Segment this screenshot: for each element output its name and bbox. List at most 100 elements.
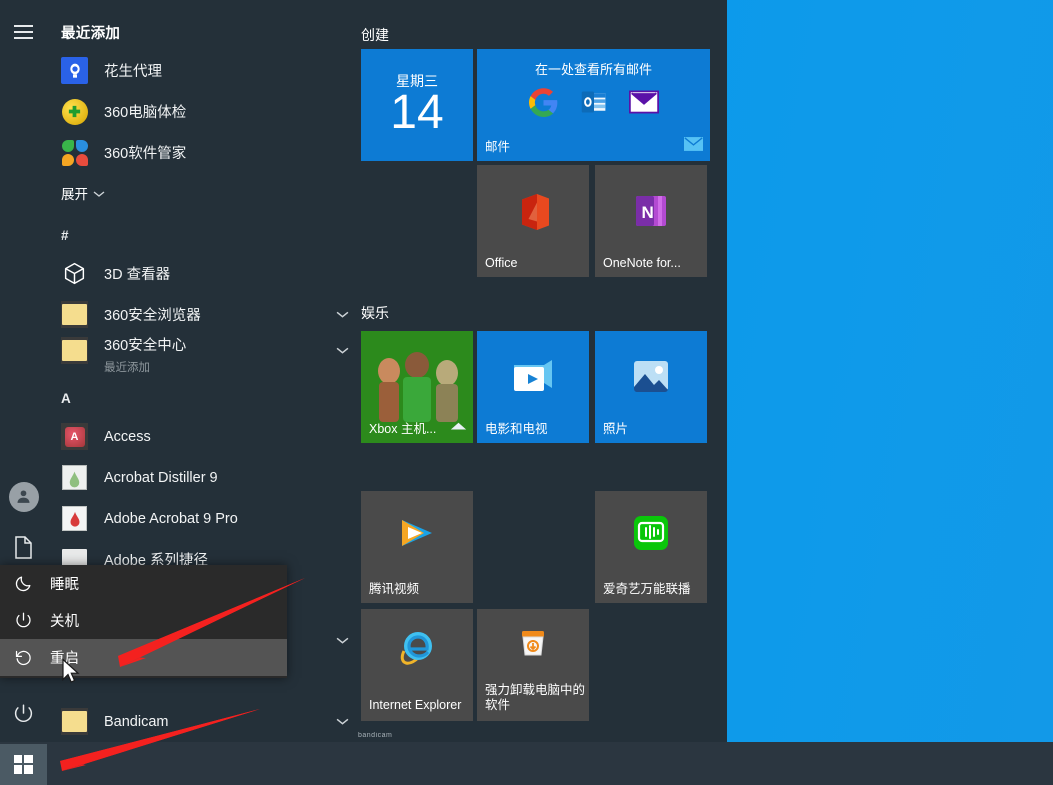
tile-area: 创建 星期三 14 在一处查看所有邮件 邮件 Office N OneNote … xyxy=(345,0,727,742)
list-item[interactable]: 花生代理 xyxy=(47,50,367,91)
windows-logo-icon xyxy=(14,755,33,774)
mail-headline: 在一处查看所有邮件 xyxy=(534,62,652,77)
list-item[interactable]: 360安全中心 xyxy=(47,330,367,371)
folder-icon xyxy=(61,337,88,364)
list-item[interactable]: Bandicam xyxy=(47,701,367,742)
moon-icon xyxy=(0,574,47,593)
tile-internet-explorer[interactable]: Internet Explorer xyxy=(361,609,473,721)
tile-group-title: 娱乐 xyxy=(361,305,389,321)
tile-label: OneNote for... xyxy=(603,256,681,270)
hamburger-menu-icon xyxy=(14,24,33,39)
list-item-label: Access xyxy=(104,428,151,445)
list-item-label: 360安全中心 xyxy=(104,337,187,354)
hamburger-menu-button[interactable] xyxy=(0,8,47,55)
user-account-button[interactable] xyxy=(0,473,47,520)
tile-label: Xbox 主机... xyxy=(369,422,437,436)
list-item-label: 360安全浏览器 xyxy=(104,308,201,324)
list-item[interactable]: Acrobat Distiller 9 xyxy=(47,457,367,498)
tile-photos[interactable]: 照片 xyxy=(595,331,707,443)
list-item-label: 3D 查看器 xyxy=(104,267,171,283)
list-item-label: 花生代理 xyxy=(104,64,162,80)
list-item[interactable]: 3D 查看器 xyxy=(47,253,367,294)
svg-text:N: N xyxy=(642,203,654,222)
tile-onenote[interactable]: N OneNote for... xyxy=(595,165,707,277)
tile-xbox[interactable]: Xbox 主机... xyxy=(361,331,473,443)
taskbar[interactable] xyxy=(0,742,1053,785)
start-button[interactable] xyxy=(0,744,47,785)
tile-uninstaller[interactable]: 强力卸载电脑中的软件 xyxy=(477,609,589,721)
power-menu-item-shutdown[interactable]: 关机 xyxy=(0,602,287,639)
list-item[interactable]: 360安全浏览器 xyxy=(47,294,367,335)
acrobat-distiller-icon xyxy=(61,464,88,491)
start-menu: 最近添加 花生代理 360电脑体检 360软件管家 展开 # 3D 查看器 36… xyxy=(0,0,727,742)
power-icon xyxy=(13,703,34,729)
screen: 最近添加 花生代理 360电脑体检 360软件管家 展开 # 3D 查看器 36… xyxy=(0,0,1053,785)
tile-label: 腾讯视频 xyxy=(369,582,420,596)
tile-office[interactable]: Office xyxy=(477,165,589,277)
power-button[interactable] xyxy=(0,692,47,739)
xbox-badge-icon xyxy=(450,421,467,436)
tencent-video-icon xyxy=(398,516,436,553)
uninstaller-icon xyxy=(517,627,549,662)
list-item[interactable]: 360软件管家 xyxy=(47,132,367,173)
mail-envelope-icon xyxy=(627,85,661,119)
tile-group-title: 创建 xyxy=(361,27,389,43)
list-item-label: 360电脑体检 xyxy=(104,105,187,121)
list-item[interactable]: 360电脑体检 xyxy=(47,91,367,132)
office-icon xyxy=(516,193,550,234)
adobe-acrobat-icon xyxy=(61,505,88,532)
list-item[interactable]: Adobe Acrobat 9 Pro xyxy=(47,498,367,539)
watermark: bandicam xyxy=(358,732,393,739)
power-icon xyxy=(0,611,47,630)
alpha-header: A xyxy=(61,391,71,406)
list-item-sublabel: 最近添加 xyxy=(104,362,150,374)
restart-icon xyxy=(0,648,47,667)
internet-explorer-icon xyxy=(398,629,436,668)
expand-recently-added-button[interactable]: 展开 xyxy=(61,183,105,203)
document-icon xyxy=(14,535,33,564)
xbox-avatars-image xyxy=(367,349,467,430)
folder-icon xyxy=(61,708,88,735)
power-context-menu: 睡眠 关机 重启 xyxy=(0,565,287,678)
list-item-label: Acrobat Distiller 9 xyxy=(104,469,218,486)
power-menu-item-restart[interactable]: 重启 xyxy=(0,639,287,676)
tile-label: 照片 xyxy=(603,422,629,436)
mail-service-icons xyxy=(477,85,710,119)
power-menu-label: 睡眠 xyxy=(50,577,79,593)
tile-movies-tv[interactable]: 电影和电视 xyxy=(477,331,589,443)
tile-label: 邮件 xyxy=(485,140,511,154)
chevron-down-icon xyxy=(93,186,105,201)
tile-mail[interactable]: 在一处查看所有邮件 邮件 xyxy=(477,49,710,161)
tile-label: 强力卸载电脑中的软件 xyxy=(485,683,586,712)
calendar-day-number: 14 xyxy=(390,86,444,139)
access-icon: A xyxy=(61,423,88,450)
huasheng-proxy-icon xyxy=(61,57,88,84)
tile-label: 爱奇艺万能联播 xyxy=(603,582,691,596)
mail-badge-icon xyxy=(684,137,703,154)
tile-calendar[interactable]: 星期三 14 xyxy=(361,49,473,161)
tile-label: Internet Explorer xyxy=(369,698,462,712)
3d-viewer-icon xyxy=(61,260,88,287)
alpha-header: # xyxy=(61,228,69,243)
tile-label: 电影和电视 xyxy=(485,422,548,436)
onenote-icon: N xyxy=(633,193,669,232)
list-item[interactable]: A Access xyxy=(47,416,367,457)
power-menu-label: 关机 xyxy=(50,614,79,630)
mouse-pointer-cursor xyxy=(62,658,80,683)
google-icon xyxy=(527,85,561,119)
tile-label: Office xyxy=(485,256,518,270)
list-item-label: Bandicam xyxy=(104,713,169,730)
outlook-icon xyxy=(577,85,611,119)
list-item-label: Adobe Acrobat 9 Pro xyxy=(104,510,238,527)
power-menu-item-sleep[interactable]: 睡眠 xyxy=(0,565,287,602)
tile-tencent-video[interactable]: 腾讯视频 xyxy=(361,491,473,603)
user-account-icon xyxy=(8,481,39,512)
photos-icon xyxy=(632,357,670,398)
folder-icon xyxy=(61,301,88,328)
tile-iqiyi[interactable]: 爱奇艺万能联播 xyxy=(595,491,707,603)
360-checkup-icon xyxy=(61,98,88,125)
iqiyi-icon xyxy=(633,515,669,554)
movies-tv-icon xyxy=(511,355,556,398)
expand-label: 展开 xyxy=(61,187,88,202)
list-item-label: 360软件管家 xyxy=(104,146,187,162)
